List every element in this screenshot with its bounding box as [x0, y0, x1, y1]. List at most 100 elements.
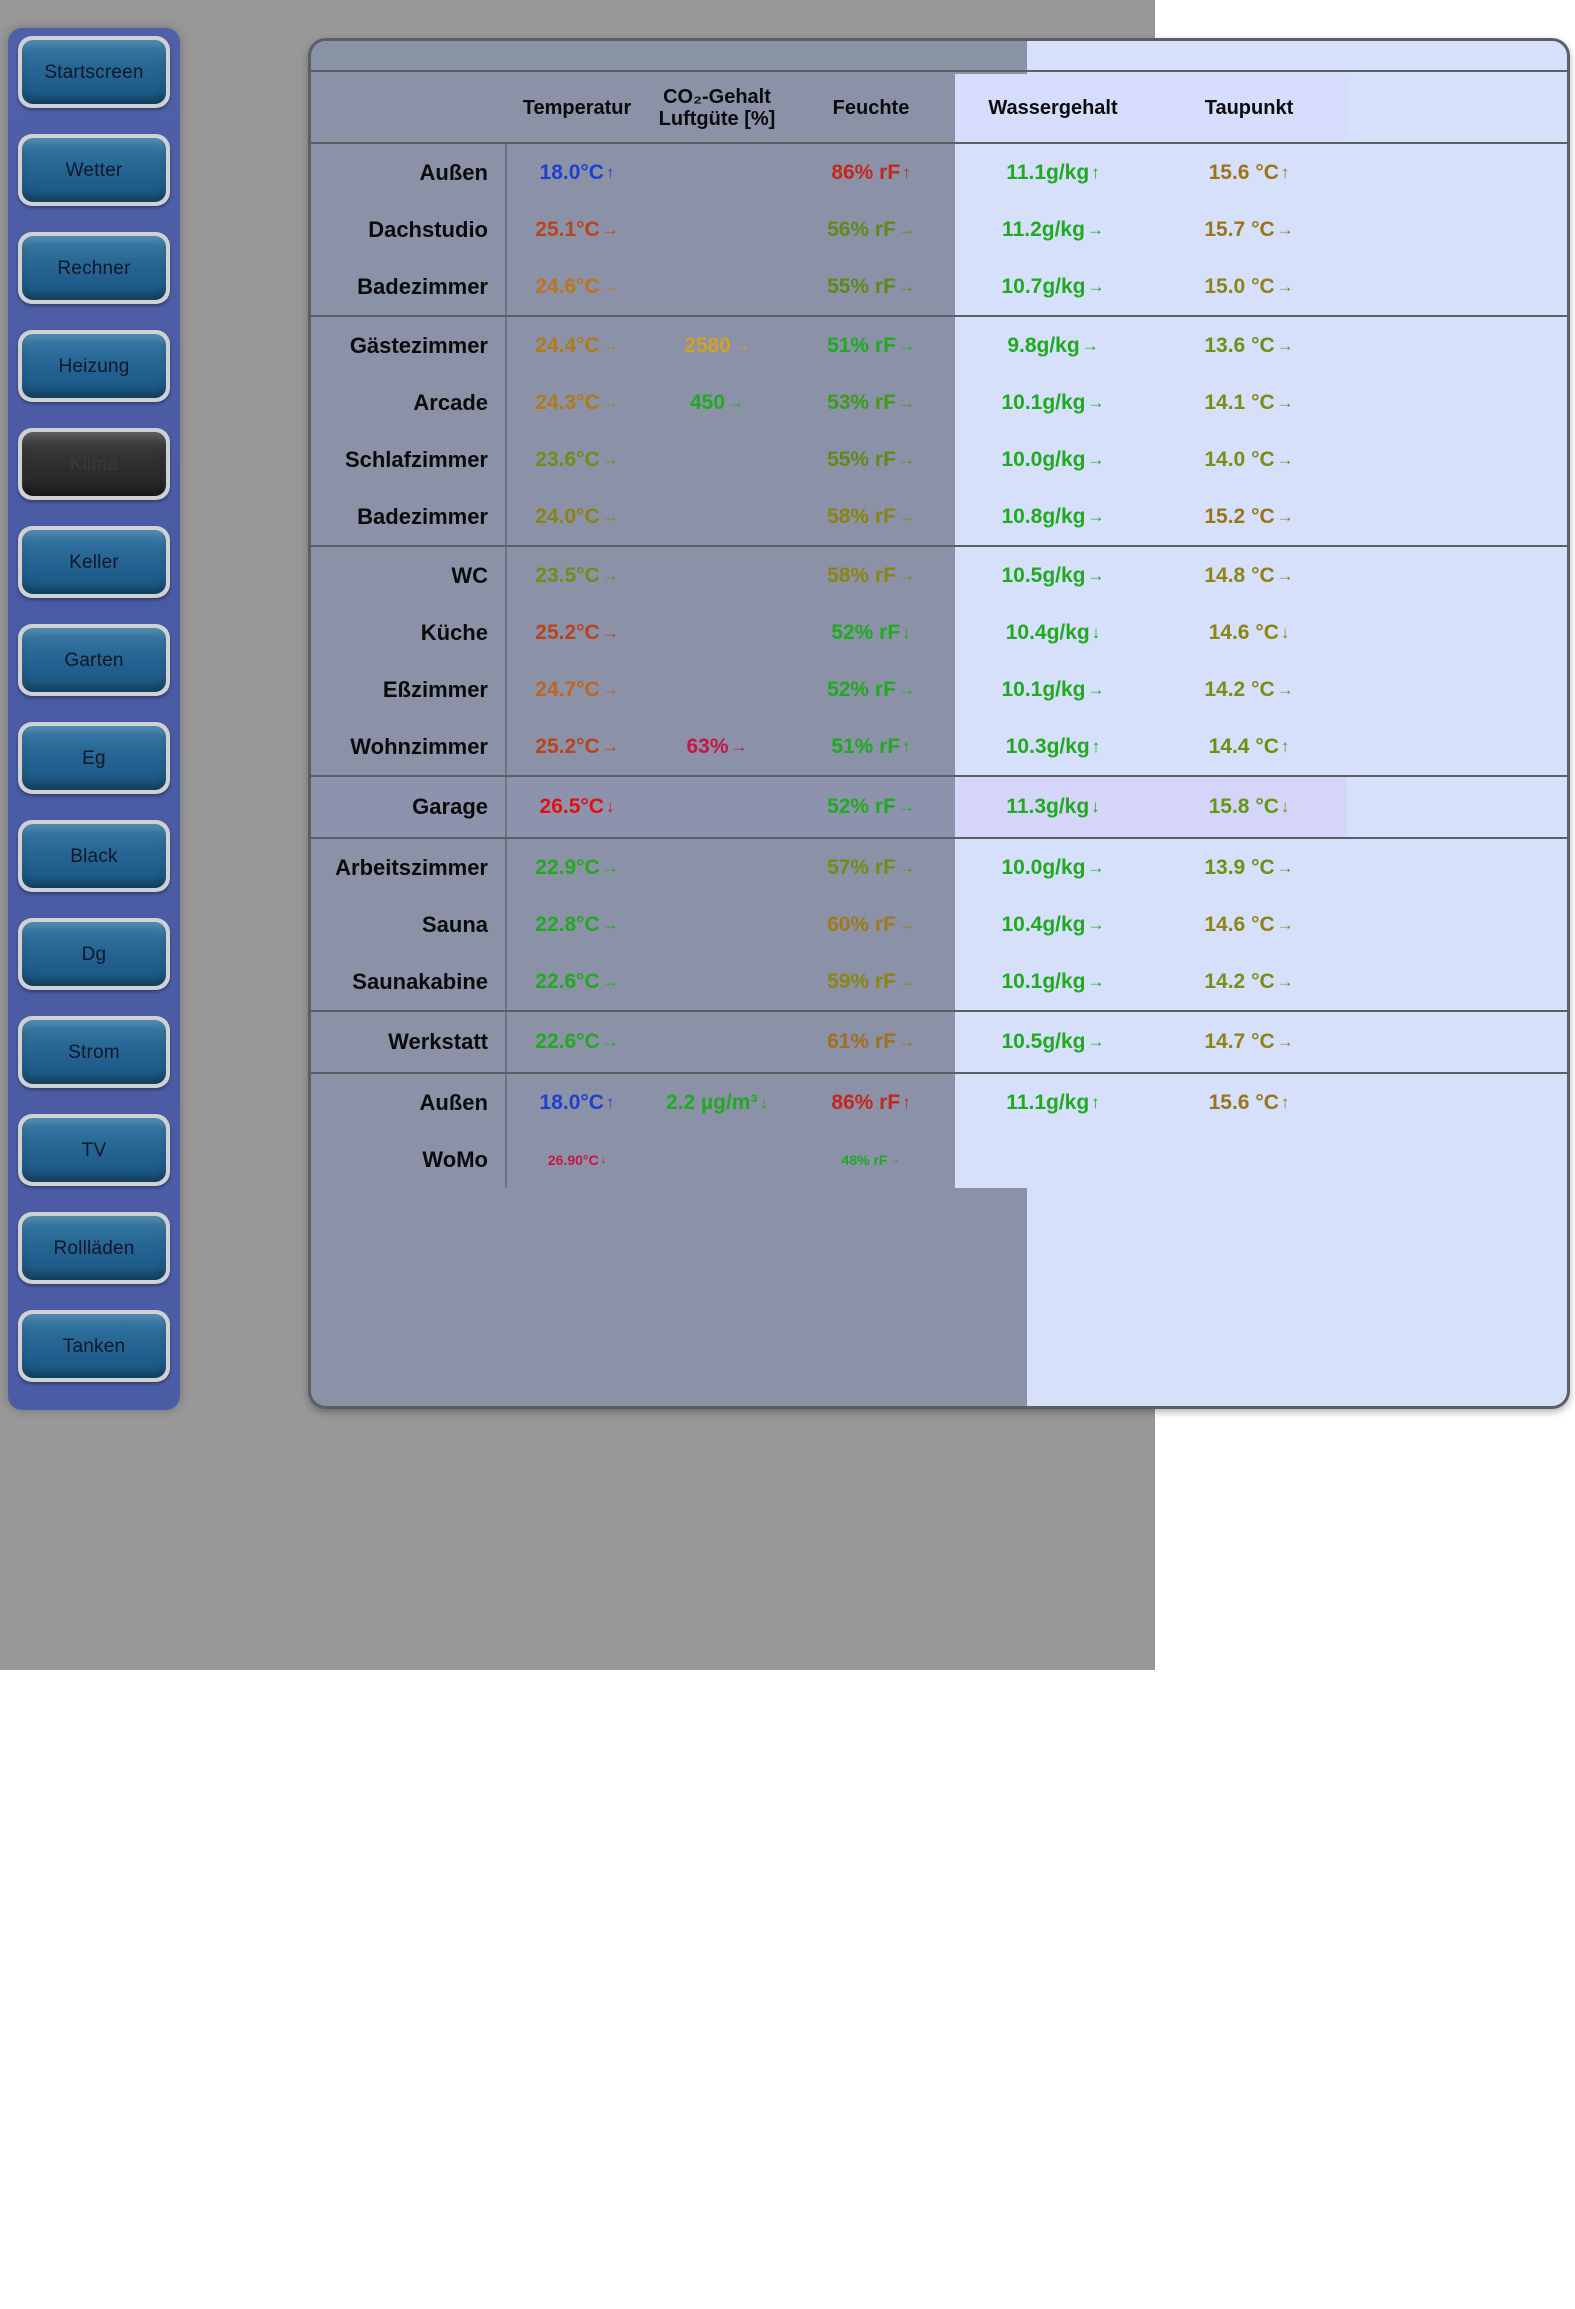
temp-value: 22.6°C	[535, 969, 600, 993]
water-trend-icon: →	[1087, 971, 1105, 991]
sidebar-item-startscreen[interactable]: Startscreen	[18, 36, 170, 108]
water-cell: 10.4g/kg ↓	[955, 604, 1151, 661]
table-row[interactable]: Werkstatt 22.6°C → 61% rF → 10.5g/kg → 14.7 °C →	[311, 1012, 1567, 1072]
dew-value: 15.6 °C	[1208, 160, 1279, 184]
co2-cell	[647, 258, 787, 315]
dew-trend-icon: →	[1276, 857, 1294, 877]
temp-trend-icon: →	[601, 392, 619, 412]
dew-trend-icon: →	[1276, 392, 1294, 412]
sidebar-item-strom[interactable]: Strom	[18, 1016, 170, 1088]
dew-cell: 15.0 °C →	[1151, 258, 1347, 315]
header-water-content-label: Wassergehalt	[988, 96, 1118, 119]
table-row[interactable]: Gästezimmer 24.4°C → 2580 → 51% rF → 9.8g/kg → 13…	[311, 317, 1567, 374]
sidebar-item-label: TV	[81, 1139, 107, 1161]
dew-value: 14.8 °C	[1204, 563, 1275, 587]
table-row[interactable]: Badezimmer 24.6°C → 55% rF → 10.7g/kg → 15.0 °C…	[311, 258, 1567, 315]
hum-value: 57% rF	[827, 855, 896, 879]
table-row[interactable]: Wohnzimmer 25.2°C → 63% → 51% rF ↑ 10.3g/kg ↑ 14.…	[311, 718, 1567, 775]
table-row[interactable]: Küche 25.2°C → 52% rF ↓ 10.4g/kg ↓ 14.6 °C ↓	[311, 604, 1567, 661]
panel-top-strip-blue	[1027, 41, 1567, 70]
water-value: 10.1g/kg	[1001, 677, 1086, 701]
table-row[interactable]: Arcade 24.3°C → 450 → 53% rF → 10.1g/kg → 14.1 °C…	[311, 374, 1567, 431]
sidebar-item-klima[interactable]: Klima	[18, 428, 170, 500]
water-trend-icon: →	[1087, 679, 1105, 699]
header-co2-label-line1: CO₂-Gehalt	[663, 85, 771, 108]
table-group: Außen 18.0°C ↑ 2.2 µg/m³ ↓ 86% rF ↑ 11.1g/kg ↑ 15…	[311, 1074, 1567, 1188]
table-row[interactable]: Eßzimmer 24.7°C → 52% rF → 10.1g/kg → 14.2 °C →	[311, 661, 1567, 718]
sidebar-item-rechner[interactable]: Rechner	[18, 232, 170, 304]
sidebar-item-label: Rechner	[57, 257, 131, 279]
temp-value: 25.2°C	[535, 734, 600, 758]
hum-value: 53% rF	[827, 390, 896, 414]
sidebar-item-black[interactable]: Black	[18, 820, 170, 892]
temp-value: 22.8°C	[535, 912, 600, 936]
table-rows-area: Außen 18.0°C ↑ 86% rF ↑ 11.1g/kg ↑ 15.6 °C ↑ Dach…	[311, 144, 1567, 1406]
temp-value: 26.90°C	[547, 1151, 599, 1168]
sidebar-item-label: Strom	[68, 1041, 120, 1063]
table-group: Außen 18.0°C ↑ 86% rF ↑ 11.1g/kg ↑ 15.6 °C ↑ Dach…	[311, 144, 1567, 317]
sidebar-item-label: Wetter	[65, 159, 123, 181]
dew-cell: 15.7 °C →	[1151, 201, 1347, 258]
temp-cell: 23.6°C →	[507, 431, 647, 488]
header-dew-point-label: Taupunkt	[1204, 96, 1294, 119]
dew-trend-icon: →	[1276, 565, 1294, 585]
co2-cell	[647, 488, 787, 545]
sidebar: Startscreen Wetter Rechner Heizung Klima Kell…	[8, 28, 180, 1410]
sidebar-item-keller[interactable]: Keller	[18, 526, 170, 598]
sidebar-item-garten[interactable]: Garten	[18, 624, 170, 696]
hum-value: 86% rF	[831, 1090, 901, 1114]
temp-cell: 25.2°C →	[507, 718, 647, 775]
table-row[interactable]: Saunakabine 22.6°C → 59% rF → 10.1g/kg → 14.2 °…	[311, 953, 1567, 1010]
dew-value: 15.6 °C	[1208, 1090, 1279, 1114]
table-row[interactable]: Garage 26.5°C ↓ 52% rF → 11.3g/kg ↓ 15.8 °C ↓	[311, 777, 1567, 837]
sidebar-item-eg[interactable]: Eg	[18, 722, 170, 794]
table-row[interactable]: Außen 18.0°C ↑ 2.2 µg/m³ ↓ 86% rF ↑ 11.1g/kg ↑ 15…	[311, 1074, 1567, 1131]
header-humidity-label: Feuchte	[832, 96, 910, 119]
water-value: 11.1g/kg	[1006, 1090, 1090, 1114]
dew-trend-icon: ↑	[1280, 736, 1290, 756]
water-cell	[955, 1131, 1151, 1188]
hum-value: 86% rF	[831, 160, 901, 184]
water-trend-icon: →	[1087, 392, 1105, 412]
temp-trend-icon: →	[601, 857, 619, 877]
room-name-cell: Eßzimmer	[311, 661, 507, 718]
hum-trend-icon: ↑	[902, 162, 911, 182]
sidebar-item-surface: Garten	[22, 628, 166, 692]
table-row[interactable]: Außen 18.0°C ↑ 86% rF ↑ 11.1g/kg ↑ 15.6 °C ↑	[311, 144, 1567, 201]
sidebar-item-dg[interactable]: Dg	[18, 918, 170, 990]
hum-cell: 86% rF ↑	[787, 144, 955, 201]
table-group: Garage 26.5°C ↓ 52% rF → 11.3g/kg ↓ 15.8 °C ↓	[311, 777, 1567, 839]
hum-cell: 60% rF →	[787, 896, 955, 953]
water-cell: 11.2g/kg →	[955, 201, 1151, 258]
water-value: 10.5g/kg	[1001, 1030, 1086, 1053]
hum-cell: 57% rF →	[787, 839, 955, 896]
dew-trend-icon: →	[1276, 276, 1294, 296]
hum-value: 56% rF	[827, 217, 896, 241]
co2-cell	[647, 604, 787, 661]
hum-cell: 52% rF ↓	[787, 604, 955, 661]
hum-cell: 51% rF ↑	[787, 718, 955, 775]
hum-trend-icon: →	[897, 971, 915, 991]
room-name-cell: Arbeitszimmer	[311, 839, 507, 896]
sidebar-item-tv[interactable]: TV	[18, 1114, 170, 1186]
sidebar-item-rolll-den[interactable]: Rollläden	[18, 1212, 170, 1284]
co2-value: 2580	[684, 333, 731, 357]
table-row[interactable]: Sauna 22.8°C → 60% rF → 10.4g/kg → 14.6 °C →	[311, 896, 1567, 953]
table-row[interactable]: Arbeitszimmer 22.9°C → 57% rF → 10.0g/kg → 13.9…	[311, 839, 1567, 896]
table-row[interactable]: Badezimmer 24.0°C → 58% rF → 10.8g/kg → 15.2 °C…	[311, 488, 1567, 545]
water-cell: 11.1g/kg ↑	[955, 1074, 1151, 1131]
co2-cell	[647, 777, 787, 837]
sidebar-item-heizung[interactable]: Heizung	[18, 330, 170, 402]
sidebar-item-tanken[interactable]: Tanken	[18, 1310, 170, 1382]
sidebar-item-wetter[interactable]: Wetter	[18, 134, 170, 206]
table-row[interactable]: Dachstudio 25.1°C → 56% rF → 11.2g/kg → 15.7 °C…	[311, 201, 1567, 258]
table-row[interactable]: WC 23.5°C → 58% rF → 10.5g/kg → 14.8 °C →	[311, 547, 1567, 604]
table-row[interactable]: WoMo 26.90°C ↓ 48% rF →	[311, 1131, 1567, 1188]
temp-value: 25.2°C	[535, 620, 600, 644]
room-name-cell: Küche	[311, 604, 507, 661]
table-row[interactable]: Schlafzimmer 23.6°C → 55% rF → 10.0g/kg → 14.0 …	[311, 431, 1567, 488]
hum-cell: 58% rF →	[787, 488, 955, 545]
room-name-cell: Werkstatt	[311, 1012, 507, 1072]
water-trend-icon: ↑	[1091, 162, 1100, 182]
room-name-cell: Badezimmer	[311, 258, 507, 315]
